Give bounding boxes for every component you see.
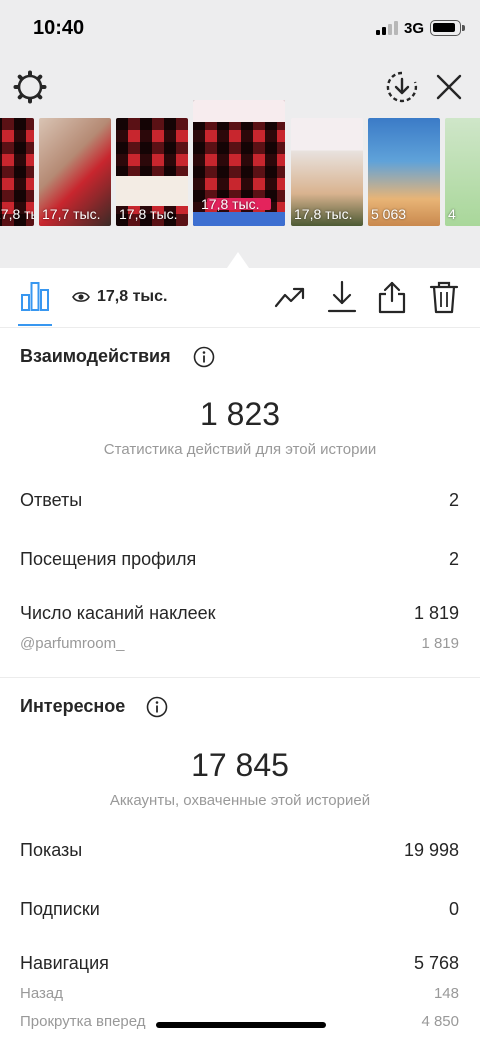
active-story-pointer <box>227 252 249 268</box>
trash-icon[interactable] <box>428 280 460 314</box>
active-tab-indicator <box>18 324 52 326</box>
replies-value: 2 <box>448 490 459 510</box>
download-icon[interactable] <box>326 280 358 314</box>
battery-icon <box>430 20 465 36</box>
impressions-label: Показы <box>20 840 83 860</box>
story-view-count: 17,8 тыс. <box>294 206 353 222</box>
status-bar: 10:40 3G <box>0 0 480 58</box>
story-header-band <box>193 100 285 122</box>
impressions-value: 19 998 <box>403 840 459 860</box>
trending-icon[interactable] <box>274 280 306 314</box>
story-view-count: 17,7 тыс. <box>42 206 101 222</box>
profile-visits-value: 2 <box>448 549 459 569</box>
sticker-taps-label: Число касаний наклеек <box>20 603 216 623</box>
forward-value: 4 850 <box>421 1013 459 1030</box>
navigation-value: 5 768 <box>413 953 459 973</box>
story-thumbnail[interactable]: 17,7 тыс. <box>39 118 111 226</box>
follows-value: 0 <box>448 899 459 919</box>
story-view-count: 5 063 <box>371 206 407 222</box>
sticker-taps-value: 1 819 <box>413 603 459 623</box>
signal-icon <box>376 21 400 35</box>
story-thumbnail[interactable]: 17,8 тыс. <box>0 118 34 226</box>
replies-label: Ответы <box>20 490 83 510</box>
share-icon[interactable] <box>376 280 408 314</box>
story-view-count: 17,8 тыс. <box>119 206 178 222</box>
info-icon[interactable] <box>193 346 215 368</box>
navigation-label: Навигация <box>20 953 109 973</box>
mention-sticker-label: @parfumroom_ <box>20 635 125 652</box>
story-caption-band <box>116 176 188 206</box>
close-icon[interactable] <box>434 72 464 102</box>
eye-icon <box>72 292 90 302</box>
reach-caption: Аккаунты, охваченные этой историей <box>109 792 371 809</box>
follows-label: Подписки <box>20 899 100 919</box>
settings-gear-icon[interactable] <box>13 70 47 104</box>
info-icon[interactable] <box>146 696 168 718</box>
network-type: 3G <box>404 20 425 37</box>
status-time: 10:40 <box>33 17 85 39</box>
home-indicator[interactable] <box>156 1022 326 1028</box>
story-view-count: 4 <box>448 206 456 222</box>
bar-chart-icon[interactable] <box>20 280 50 312</box>
story-footer-band <box>193 212 285 226</box>
story-view-count: 17,8 тыс. <box>201 196 260 212</box>
mention-sticker-value: 1 819 <box>421 635 459 652</box>
story-thumbnail[interactable]: 5 063 <box>368 118 440 226</box>
section-divider <box>0 677 480 678</box>
story-view-count: 17,8 тыс. <box>0 206 34 222</box>
view-count: 17,8 тыс. <box>97 288 168 305</box>
back-value: 148 <box>433 985 459 1002</box>
story-thumbnail[interactable]: 17,8 тыс. <box>116 118 188 226</box>
forward-label: Прокрутка вперед <box>20 1013 146 1030</box>
story-thumbnail[interactable]: 4 <box>445 118 480 226</box>
discovery-title: Интересное <box>20 696 126 716</box>
reach-total: 17 845 <box>191 747 289 783</box>
profile-visits-label: Посещения профиля <box>20 549 197 569</box>
back-label: Назад <box>20 985 63 1002</box>
interactions-caption: Статистика действий для этой истории <box>103 441 377 458</box>
story-thumbnail[interactable]: 17,8 тыс. <box>291 118 363 226</box>
story-thumbnail-active[interactable]: 17,8 тыс. <box>193 100 285 226</box>
save-story-icon[interactable] <box>386 70 418 104</box>
interactions-title: Взаимодействия <box>20 346 171 366</box>
stories-strip[interactable]: 17,8 тыс. 17,7 тыс. 17,8 тыс. 17,8 тыс. … <box>0 100 480 226</box>
interactions-total: 1 823 <box>199 396 281 432</box>
